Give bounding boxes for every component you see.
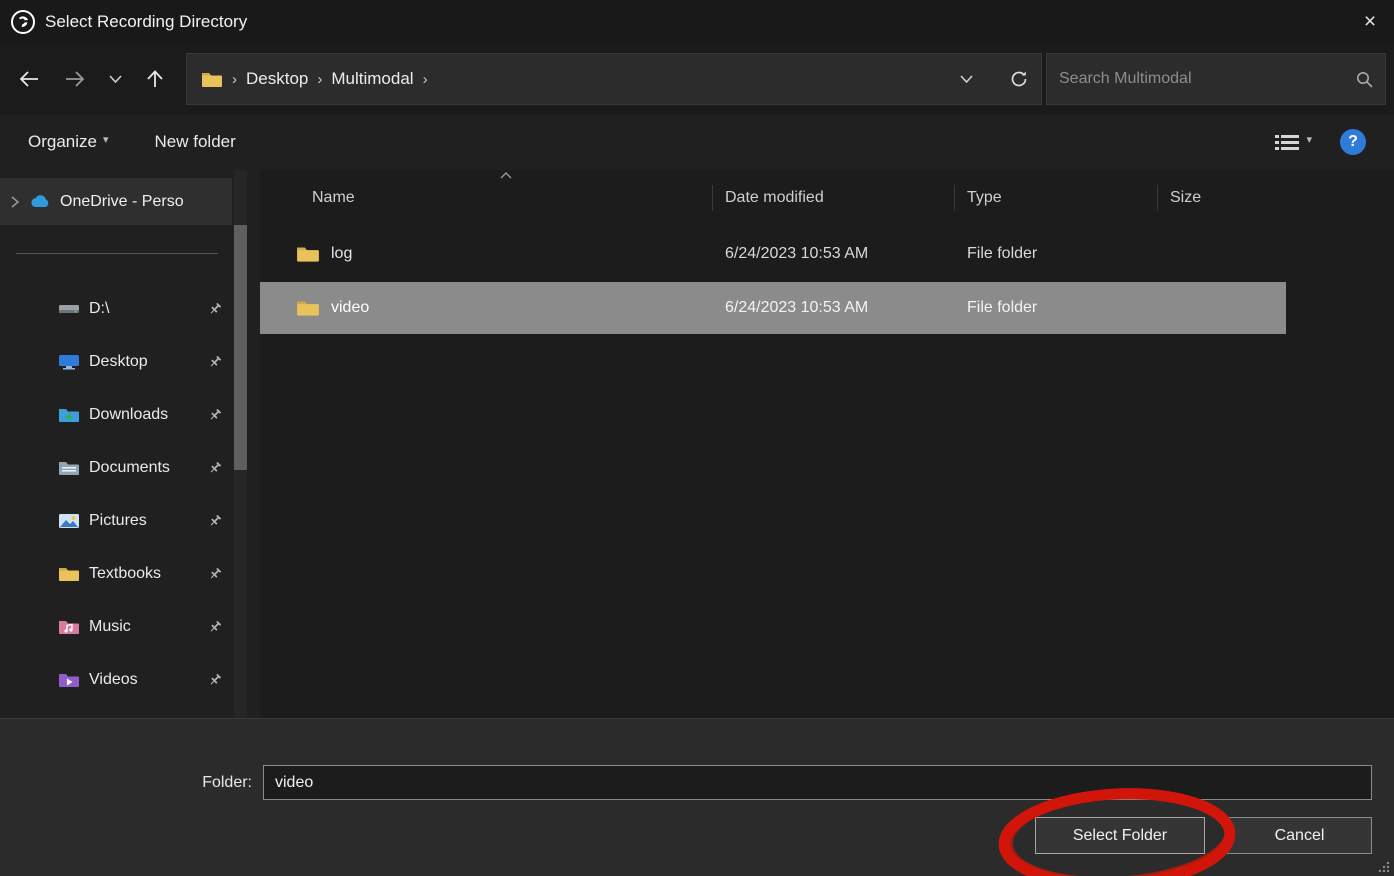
cancel-button[interactable]: Cancel bbox=[1227, 817, 1372, 854]
folder-icon bbox=[201, 71, 223, 88]
view-mode-button[interactable]: ▾ bbox=[1274, 132, 1312, 152]
back-button[interactable] bbox=[6, 56, 52, 102]
column-header-date-modified[interactable]: Date modified bbox=[713, 176, 955, 220]
pin-icon bbox=[208, 461, 222, 475]
search-icon bbox=[1356, 71, 1373, 88]
file-list-pane: Name Date modified Type Size bbox=[260, 170, 1394, 718]
up-button[interactable] bbox=[132, 56, 178, 102]
pin-icon bbox=[208, 673, 222, 687]
folder-icon bbox=[296, 245, 320, 263]
file-date: 6/24/2023 10:53 AM bbox=[713, 299, 955, 317]
sidebar-item-d-drive[interactable]: D:\ bbox=[0, 282, 260, 335]
search-input[interactable] bbox=[1059, 70, 1348, 88]
pin-icon bbox=[208, 408, 222, 422]
details-view-icon bbox=[1274, 132, 1300, 152]
pin-icon bbox=[208, 514, 222, 528]
sidebar-scrollbar-thumb[interactable] bbox=[234, 225, 247, 470]
folder-label: Folder: bbox=[0, 774, 263, 792]
desktop-icon bbox=[58, 354, 80, 370]
videos-icon bbox=[58, 672, 80, 688]
recent-locations-chevron[interactable] bbox=[98, 56, 132, 102]
close-button[interactable]: × bbox=[1346, 0, 1394, 44]
address-dropdown-chevron[interactable] bbox=[944, 54, 988, 104]
sidebar-item-label: Desktop bbox=[89, 353, 148, 371]
drive-icon bbox=[58, 301, 80, 316]
chevron-down-icon: ▾ bbox=[1306, 133, 1312, 146]
sidebar-item-onedrive[interactable]: OneDrive - Perso bbox=[0, 178, 232, 225]
music-icon bbox=[58, 619, 80, 635]
sidebar-item-videos[interactable]: Videos bbox=[0, 653, 260, 706]
chevron-down-icon: ▾ bbox=[103, 133, 109, 146]
sidebar-item-label: Pictures bbox=[89, 512, 147, 530]
breadcrumb-separator: › bbox=[423, 70, 428, 88]
sidebar-item-label: Textbooks bbox=[89, 565, 161, 583]
folder-name-input[interactable] bbox=[263, 765, 1372, 800]
address-bar[interactable]: › Desktop › Multimodal › bbox=[186, 53, 1042, 105]
file-name: video bbox=[331, 299, 369, 317]
file-row-log[interactable]: log 6/24/2023 10:53 AM File folder bbox=[260, 228, 1286, 280]
file-type: File folder bbox=[955, 299, 1158, 317]
sidebar-item-label: Videos bbox=[89, 671, 138, 689]
breadcrumb-multimodal[interactable]: Multimodal bbox=[331, 69, 413, 89]
folder-icon bbox=[58, 566, 80, 582]
window-title: Select Recording Directory bbox=[45, 12, 247, 32]
help-button[interactable]: ? bbox=[1340, 129, 1366, 155]
navigation-pane: OneDrive - Perso D:\ bbox=[0, 170, 260, 718]
documents-icon bbox=[58, 460, 80, 476]
sidebar-item-music[interactable]: Music bbox=[0, 600, 260, 653]
resize-grip[interactable] bbox=[1377, 860, 1391, 874]
pin-icon bbox=[208, 355, 222, 369]
refresh-icon[interactable] bbox=[997, 54, 1041, 104]
command-toolbar: Organize ▾ New folder ▾ ? bbox=[0, 114, 1394, 170]
breadcrumb-separator: › bbox=[232, 70, 237, 88]
navigation-bar: › Desktop › Multimodal › bbox=[0, 44, 1394, 114]
select-folder-button[interactable]: Select Folder bbox=[1035, 817, 1205, 854]
search-box[interactable] bbox=[1046, 53, 1386, 105]
expand-chevron-icon bbox=[10, 196, 20, 208]
file-dialog-window: Select Recording Directory × › Desktop › bbox=[0, 0, 1394, 876]
column-header-row: Name Date modified Type Size bbox=[260, 176, 1286, 220]
new-folder-label: New folder bbox=[155, 132, 236, 152]
obs-logo-icon bbox=[10, 9, 36, 35]
file-type: File folder bbox=[955, 245, 1158, 263]
sort-ascending-icon bbox=[500, 172, 512, 179]
dialog-footer: Folder: Select Folder Cancel bbox=[0, 718, 1394, 876]
sidebar-item-pictures[interactable]: Pictures bbox=[0, 494, 260, 547]
downloads-icon bbox=[58, 407, 80, 423]
sidebar-item-textbooks[interactable]: Textbooks bbox=[0, 547, 260, 600]
sidebar-item-documents[interactable]: Documents bbox=[0, 441, 260, 494]
folder-icon bbox=[296, 299, 320, 317]
file-name: log bbox=[331, 245, 352, 263]
pictures-icon bbox=[58, 513, 80, 529]
quick-access-list: D:\ Desktop bbox=[0, 282, 260, 706]
file-date: 6/24/2023 10:53 AM bbox=[713, 245, 955, 263]
sidebar-divider bbox=[16, 253, 218, 254]
sidebar-item-label: OneDrive - Perso bbox=[60, 193, 184, 211]
pin-icon bbox=[208, 620, 222, 634]
sidebar-item-label: Music bbox=[89, 618, 131, 636]
file-row-video[interactable]: video 6/24/2023 10:53 AM File folder bbox=[260, 282, 1286, 334]
new-folder-button[interactable]: New folder bbox=[155, 132, 236, 152]
organize-button[interactable]: Organize ▾ bbox=[28, 132, 109, 152]
onedrive-cloud-icon bbox=[29, 194, 51, 209]
sidebar-item-label: Downloads bbox=[89, 406, 168, 424]
column-header-size[interactable]: Size bbox=[1158, 176, 1286, 220]
pin-icon bbox=[208, 302, 222, 316]
organize-label: Organize bbox=[28, 132, 97, 152]
breadcrumb-desktop[interactable]: Desktop bbox=[246, 69, 308, 89]
column-header-type[interactable]: Type bbox=[955, 176, 1158, 220]
breadcrumb-separator: › bbox=[317, 70, 322, 88]
sidebar-item-label: Documents bbox=[89, 459, 170, 477]
column-header-name[interactable]: Name bbox=[260, 176, 713, 220]
forward-button[interactable] bbox=[52, 56, 98, 102]
sidebar-item-downloads[interactable]: Downloads bbox=[0, 388, 260, 441]
dialog-content: OneDrive - Perso D:\ bbox=[0, 170, 1394, 718]
sidebar-item-label: D:\ bbox=[89, 300, 109, 318]
sidebar-item-desktop[interactable]: Desktop bbox=[0, 335, 260, 388]
title-bar: Select Recording Directory × bbox=[0, 0, 1394, 44]
pin-icon bbox=[208, 567, 222, 581]
